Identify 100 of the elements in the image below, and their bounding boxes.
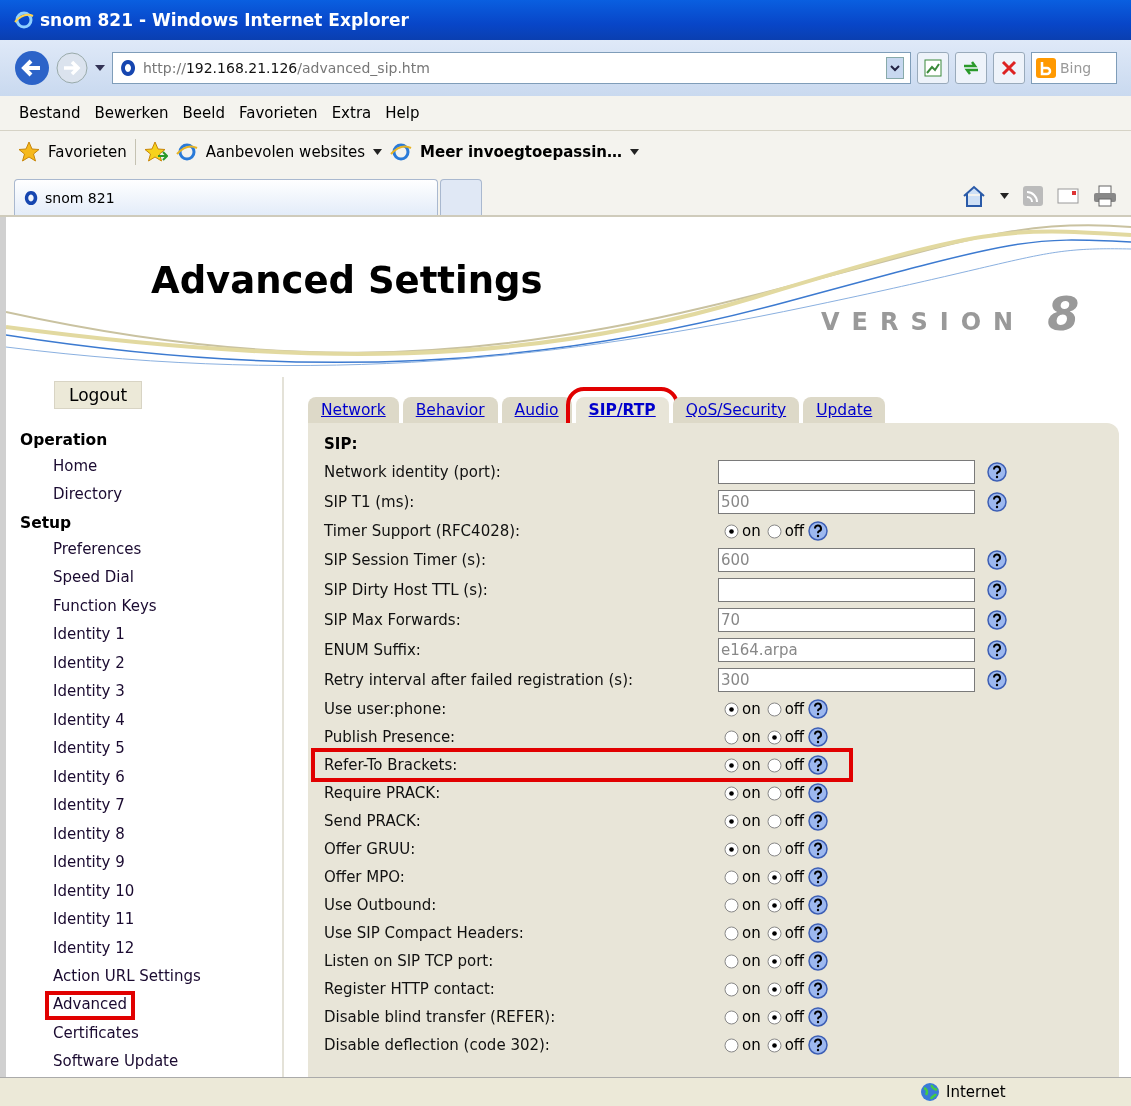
radio-button[interactable]	[766, 841, 782, 857]
sidebar-link[interactable]: Home	[45, 453, 106, 482]
sidebar-link[interactable]: Identity 1	[45, 621, 133, 650]
sidebar-link[interactable]: Identity 7	[45, 792, 133, 821]
help-icon[interactable]	[987, 670, 1007, 690]
radio-button[interactable]	[766, 729, 782, 745]
help-icon[interactable]	[808, 811, 829, 831]
radio-button[interactable]	[766, 813, 782, 829]
stop-icon[interactable]	[993, 52, 1025, 84]
star-icon[interactable]	[18, 141, 40, 163]
radio-button[interactable]	[766, 897, 782, 913]
compatibility-icon[interactable]	[917, 52, 949, 84]
settings-tab[interactable]: Behavior	[402, 397, 498, 423]
help-icon[interactable]	[808, 979, 829, 999]
refresh-icon[interactable]	[955, 52, 987, 84]
help-icon[interactable]	[808, 727, 829, 747]
sidebar-link[interactable]: Software Update	[45, 1048, 187, 1077]
radio-button[interactable]	[766, 757, 782, 773]
favorites-label[interactable]: Favorieten	[48, 143, 127, 161]
dropdown-icon[interactable]	[1000, 193, 1009, 199]
radio-button[interactable]	[724, 981, 739, 997]
help-icon[interactable]	[987, 640, 1007, 660]
help-icon[interactable]	[808, 895, 829, 915]
sidebar-link[interactable]: Identity 2	[45, 649, 133, 679]
input-field[interactable]: e164.arpa	[718, 638, 975, 662]
radio-button[interactable]	[766, 1037, 782, 1053]
menu-item[interactable]: Extra	[326, 102, 377, 124]
radio-button[interactable]	[724, 841, 739, 857]
sidebar-link[interactable]: Function Keys	[45, 592, 165, 622]
input-field[interactable]: 600	[718, 548, 975, 572]
printer-icon[interactable]	[1093, 185, 1117, 207]
address-field[interactable]: http://192.168.21.126/advanced_sip.htm	[112, 52, 911, 84]
help-icon[interactable]	[808, 923, 829, 943]
settings-tab[interactable]: Audio	[501, 397, 572, 423]
menu-item[interactable]: Favorieten	[233, 102, 323, 124]
dropdown-icon[interactable]	[94, 64, 106, 72]
help-icon[interactable]	[808, 1007, 829, 1027]
sidebar-link[interactable]: Advanced	[45, 991, 136, 1020]
radio-button[interactable]	[766, 869, 782, 885]
radio-button[interactable]	[766, 523, 782, 539]
input-field[interactable]: 70	[718, 608, 975, 632]
radio-button[interactable]	[766, 701, 782, 717]
sidebar-link[interactable]: Identity 6	[45, 763, 133, 793]
menu-item[interactable]: Bestand	[14, 102, 86, 124]
help-icon[interactable]	[808, 521, 829, 541]
dropdown-icon[interactable]	[373, 149, 383, 155]
radio-button[interactable]	[766, 785, 782, 801]
help-icon[interactable]	[808, 755, 829, 775]
help-icon[interactable]	[987, 550, 1007, 570]
menu-item[interactable]: Help	[380, 102, 425, 124]
settings-tab[interactable]: QoS/Security	[672, 397, 800, 423]
input-field[interactable]	[718, 578, 975, 602]
settings-tab[interactable]: Update	[803, 397, 886, 423]
radio-button[interactable]	[724, 785, 739, 801]
sidebar-link[interactable]: Identity 4	[45, 706, 133, 736]
sidebar-link[interactable]: Certificates	[45, 1019, 147, 1049]
help-icon[interactable]	[987, 610, 1007, 630]
radio-button[interactable]	[724, 1037, 739, 1053]
help-icon[interactable]	[808, 951, 829, 971]
home-icon[interactable]	[962, 185, 986, 207]
sidebar-link[interactable]: Identity 5	[45, 735, 133, 764]
back-icon[interactable]	[14, 50, 50, 86]
dropdown-icon[interactable]	[629, 149, 639, 155]
help-icon[interactable]	[808, 699, 829, 719]
menu-item[interactable]: Beeld	[177, 102, 230, 124]
sidebar-link[interactable]: Identity 3	[45, 678, 133, 707]
sidebar-link[interactable]: Speed Dial	[45, 564, 142, 593]
radio-button[interactable]	[724, 869, 739, 885]
dropdown-icon[interactable]	[886, 57, 904, 79]
input-field[interactable]: 300	[718, 668, 975, 692]
radio-button[interactable]	[766, 1009, 782, 1025]
favorites-link[interactable]: Aanbevolen websites	[205, 143, 366, 161]
radio-button[interactable]	[724, 729, 739, 745]
radio-button[interactable]	[724, 523, 739, 539]
sidebar-link[interactable]: Directory	[45, 481, 131, 510]
radio-button[interactable]	[724, 757, 739, 773]
help-icon[interactable]	[808, 1035, 829, 1055]
radio-button[interactable]	[724, 925, 739, 941]
sidebar-link[interactable]: Action URL Settings	[45, 962, 209, 992]
radio-button[interactable]	[766, 953, 782, 969]
radio-button[interactable]	[724, 813, 739, 829]
sidebar-link[interactable]: Identity 9	[45, 849, 133, 878]
input-field[interactable]	[718, 460, 975, 484]
browser-tab[interactable]: snom 821	[14, 179, 438, 215]
input-field[interactable]: 500	[718, 490, 975, 514]
radio-button[interactable]	[724, 701, 739, 717]
mail-icon[interactable]	[1057, 188, 1079, 204]
settings-tab[interactable]: Network	[308, 397, 399, 423]
sidebar-link[interactable]: Preferences	[45, 535, 150, 565]
sidebar-link[interactable]: Identity 11	[45, 906, 143, 935]
radio-button[interactable]	[766, 925, 782, 941]
help-icon[interactable]	[987, 580, 1007, 600]
sidebar-link[interactable]: Identity 10	[45, 877, 143, 907]
radio-button[interactable]	[766, 981, 782, 997]
help-icon[interactable]	[808, 839, 829, 859]
add-favorite-icon[interactable]	[143, 141, 168, 163]
help-icon[interactable]	[808, 867, 829, 887]
radio-button[interactable]	[724, 1009, 739, 1025]
help-icon[interactable]	[987, 462, 1007, 482]
radio-button[interactable]	[724, 897, 739, 913]
